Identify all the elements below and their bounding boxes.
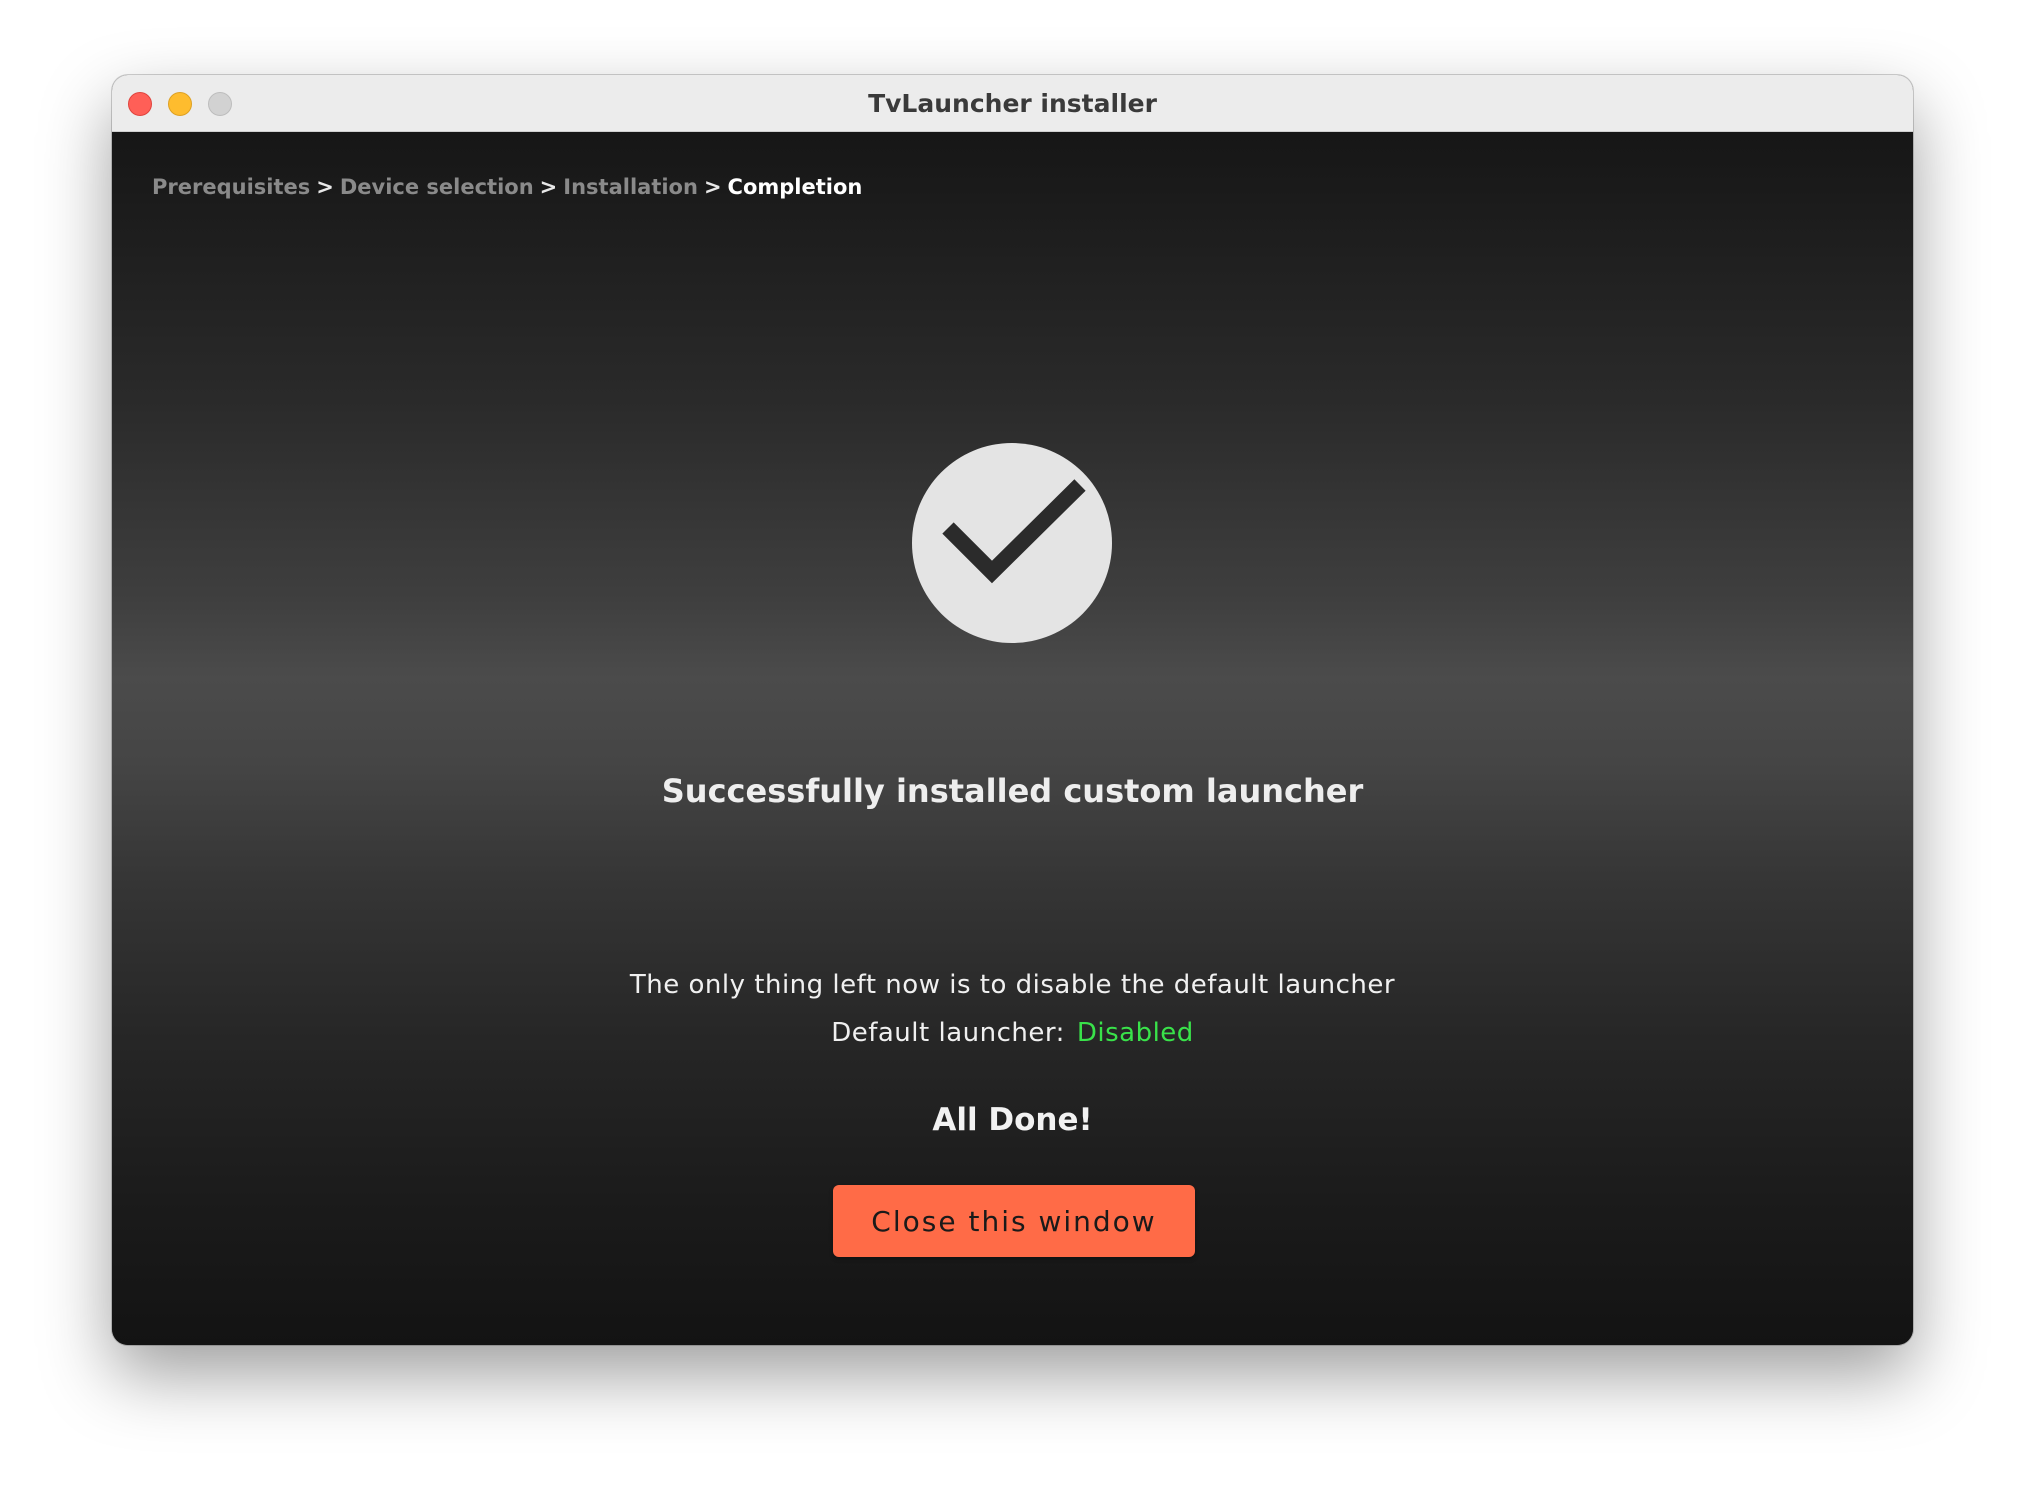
main-content: Prerequisites > Device selection > Installat… xyxy=(112,132,1913,1345)
breadcrumb-separator: > xyxy=(703,175,722,199)
breadcrumb-separator: > xyxy=(316,175,334,199)
breadcrumb: Prerequisites > Device selection > Installat… xyxy=(152,175,862,199)
title-bar[interactable]: TvLauncher installer xyxy=(112,75,1913,132)
breadcrumb-step-completion: Completion xyxy=(727,175,863,199)
breadcrumb-step-device-selection: Device selection xyxy=(339,175,534,199)
checkmark-circle-icon xyxy=(912,443,1112,643)
status-label: Default launcher: xyxy=(831,1018,1065,1048)
success-headline: Successfully installed custom launcher xyxy=(661,772,1364,810)
all-done-text: All Done! xyxy=(932,1102,1093,1138)
status-value: Disabled xyxy=(1076,1018,1194,1048)
installer-window: TvLauncher installer Prerequisites > Devic… xyxy=(112,75,1913,1345)
default-launcher-status: Default launcher: Disabled xyxy=(112,1018,1913,1048)
breadcrumb-step-installation: Installation xyxy=(563,175,698,199)
instruction-text: The only thing left now is to disable th… xyxy=(629,970,1396,1000)
breadcrumb-separator: > xyxy=(539,175,558,199)
close-window-button[interactable]: Close this window xyxy=(833,1185,1195,1257)
breadcrumb-step-prerequisites: Prerequisites xyxy=(152,175,311,199)
window-title: TvLauncher installer xyxy=(868,89,1157,118)
